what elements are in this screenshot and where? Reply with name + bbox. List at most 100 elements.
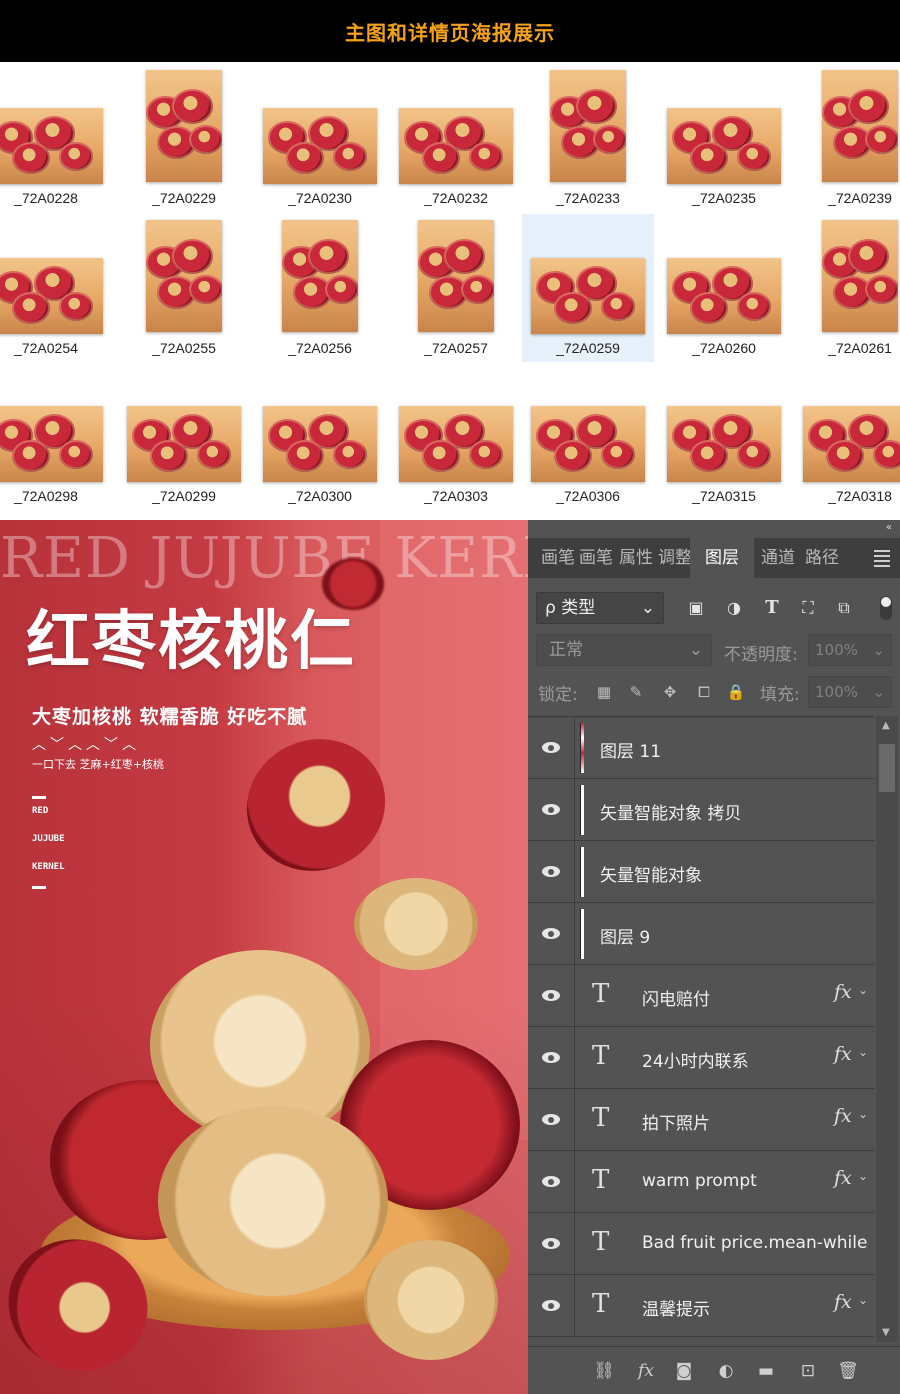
thumbnail-item[interactable]: _72A0255 <box>118 214 250 362</box>
layer-row[interactable]: 图层 11 <box>528 717 874 779</box>
add-mask-icon[interactable]: ◙ <box>672 1359 696 1383</box>
scroll-thumb[interactable] <box>879 744 895 792</box>
chevron-down-icon[interactable]: ⌄ <box>858 1293 868 1307</box>
chevron-down-icon[interactable]: ⌄ <box>858 1107 868 1121</box>
layer-effects-icon[interactable]: fx <box>834 1105 852 1127</box>
thumbnail-item[interactable]: _72A0298 <box>0 362 112 510</box>
lock-all-icon[interactable]: 🔒 <box>726 682 746 702</box>
image-filter-icon[interactable]: ▣ <box>686 598 706 618</box>
blend-mode-select[interactable]: 正常 ⌄ <box>536 634 712 666</box>
layer-effects-icon[interactable]: fx <box>834 1291 852 1313</box>
layer-divider <box>574 1089 575 1151</box>
panel-tab[interactable]: 通道 <box>760 538 796 578</box>
layer-style-fx-icon[interactable]: fx <box>634 1359 658 1383</box>
adjustment-layer-icon[interactable]: ◐ <box>714 1359 738 1383</box>
panel-tab[interactable]: 路径 <box>802 538 842 578</box>
layer-effects-icon[interactable]: fx <box>834 1043 852 1065</box>
thumbnail-item[interactable]: _72A0299 <box>118 362 250 510</box>
thumbnail-item[interactable]: _72A0229 <box>118 64 250 212</box>
lock-transparent-pixels-icon[interactable]: ▦ <box>594 682 614 702</box>
visibility-eye-icon[interactable] <box>542 1049 562 1067</box>
thumbnail-item[interactable]: _72A0260 <box>658 214 790 362</box>
chevron-down-icon[interactable]: ⌄ <box>858 1169 868 1183</box>
thumbnail-item[interactable]: _72A0315 <box>658 362 790 510</box>
visibility-eye-icon[interactable] <box>542 925 562 943</box>
layer-row[interactable]: Tfx ⌄ 拍下照片 <box>528 1089 874 1151</box>
thumbnail-item[interactable]: _72A0306 <box>522 362 654 510</box>
smart-object-filter-icon[interactable]: ⧉ <box>834 598 854 618</box>
link-layers-icon[interactable]: ⛓ <box>592 1359 616 1383</box>
scroll-up-icon[interactable]: ▲ <box>882 720 890 731</box>
thumbnail-item[interactable]: _72A0233 <box>522 64 654 212</box>
thumbnail-item[interactable]: _72A0228 <box>0 64 112 212</box>
visibility-eye-icon[interactable] <box>542 1235 562 1253</box>
panel-tab[interactable]: 画笔 <box>540 538 576 578</box>
panel-tab[interactable]: 图层 <box>690 538 754 578</box>
type-filter-icon[interactable]: T <box>762 598 782 618</box>
layer-name[interactable]: 矢量智能对象 <box>600 861 702 886</box>
thumbnail-item[interactable]: _72A0232 <box>390 64 522 212</box>
opacity-input[interactable]: 100% ⌄ <box>808 634 892 666</box>
thumbnail-item[interactable]: _72A0318 <box>794 362 900 510</box>
layer-name[interactable]: 拍下照片 <box>642 1109 710 1134</box>
layer-row[interactable]: Tfx ⌄ 24小时内联系 <box>528 1027 874 1089</box>
layer-row[interactable]: Tfx ⌄ 闪电赔付 <box>528 965 874 1027</box>
panel-menu-icon[interactable] <box>874 550 890 570</box>
layer-effects-icon[interactable]: fx <box>834 1167 852 1189</box>
thumbnail-item[interactable]: _72A0300 <box>254 362 386 510</box>
layer-name[interactable]: 矢量智能对象 拷贝 <box>600 799 741 824</box>
layer-row[interactable]: 图层 9 <box>528 903 874 965</box>
layer-row[interactable]: T Bad fruit price.mean-while <box>528 1213 874 1275</box>
layer-name[interactable]: 24小时内联系 <box>642 1047 749 1072</box>
panel-tab[interactable]: 画笔 <box>578 538 614 578</box>
thumbnail-item[interactable]: _72A0256 <box>254 214 386 362</box>
lock-position-icon[interactable]: ✥ <box>660 682 680 702</box>
visibility-eye-icon[interactable] <box>542 1173 562 1191</box>
filter-toggle-switch[interactable] <box>880 596 892 620</box>
panel-tab[interactable]: 调整 <box>658 538 690 578</box>
chevron-down-icon[interactable]: ⌄ <box>858 983 868 997</box>
layer-name[interactable]: 温馨提示 <box>642 1295 710 1320</box>
thumbnail-item[interactable]: _72A0261 <box>794 214 900 362</box>
visibility-eye-icon[interactable] <box>542 1297 562 1315</box>
thumbnail-label: _72A0256 <box>288 340 352 356</box>
thumbnail-item[interactable]: _72A0235 <box>658 64 790 212</box>
lock-image-pixels-icon[interactable]: ✎ <box>626 682 646 702</box>
layer-row[interactable]: 矢量智能对象 拷贝 <box>528 779 874 841</box>
layer-name[interactable]: 闪电赔付 <box>642 985 710 1010</box>
filter-kind-select[interactable]: ρ 类型 ⌄ <box>536 592 664 624</box>
layer-row[interactable]: Tfx ⌄ 温馨提示 <box>528 1275 874 1337</box>
panel-tab[interactable]: 属性 <box>618 538 654 578</box>
visibility-eye-icon[interactable] <box>542 987 562 1005</box>
new-layer-icon[interactable]: ⊡ <box>796 1359 820 1383</box>
layer-row[interactable]: Tfx ⌄ warm prompt <box>528 1151 874 1213</box>
thumbnail-item[interactable]: _72A0303 <box>390 362 522 510</box>
visibility-eye-icon[interactable] <box>542 863 562 881</box>
layer-name[interactable]: 图层 9 <box>600 923 650 948</box>
thumbnail-item[interactable]: _72A0257 <box>390 214 522 362</box>
layer-effects-icon[interactable]: fx <box>834 981 852 1003</box>
layer-name[interactable]: 图层 11 <box>600 737 661 762</box>
thumbnail-item[interactable]: _72A0259 <box>522 214 654 362</box>
layer-name[interactable]: warm prompt <box>642 1171 757 1191</box>
adjustment-filter-icon[interactable]: ◑ <box>724 598 744 618</box>
visibility-eye-icon[interactable] <box>542 801 562 819</box>
thumbnail-image <box>146 220 222 332</box>
thumbnail-item[interactable]: _72A0239 <box>794 64 900 212</box>
thumbnail-item[interactable]: _72A0230 <box>254 64 386 212</box>
visibility-eye-icon[interactable] <box>542 739 562 757</box>
fill-input[interactable]: 100% ⌄ <box>808 676 892 708</box>
scroll-down-icon[interactable]: ▼ <box>882 1327 890 1338</box>
visibility-eye-icon[interactable] <box>542 1111 562 1129</box>
thumbnail-item[interactable]: _72A0254 <box>0 214 112 362</box>
chevron-down-icon[interactable]: ⌄ <box>858 1045 868 1059</box>
new-group-folder-icon[interactable]: ▬ <box>754 1359 778 1383</box>
delete-layer-icon[interactable]: 🗑 <box>836 1359 860 1383</box>
layer-row[interactable]: 矢量智能对象 <box>528 841 874 903</box>
layer-name[interactable]: Bad fruit price.mean-while <box>642 1233 867 1253</box>
collapse-panel-icon[interactable]: « <box>886 522 892 533</box>
shape-filter-icon[interactable]: ⛶ <box>798 598 818 618</box>
layer-divider <box>574 1027 575 1089</box>
lock-artboard-icon[interactable]: ⧠ <box>694 682 714 702</box>
layers-scrollbar[interactable]: ▲ ▼ <box>876 716 898 1342</box>
